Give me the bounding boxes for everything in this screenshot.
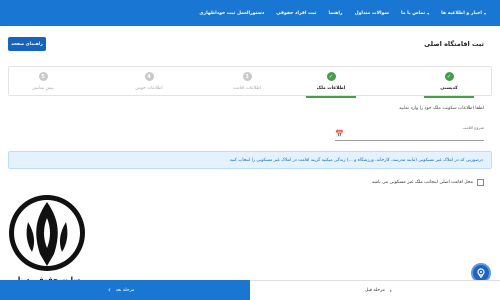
check-icon: ✓ bbox=[326, 72, 336, 81]
step-label: کدپستی bbox=[440, 86, 458, 91]
step-active-bar bbox=[306, 96, 356, 98]
step-number-5: 5 bbox=[38, 72, 48, 81]
step-property-info[interactable]: ✓ اطلاعات ملک bbox=[301, 67, 361, 98]
nav-help-label: راهنما bbox=[328, 10, 343, 16]
location-icon bbox=[477, 268, 485, 278]
start-date-label: شروع اقامت bbox=[462, 125, 484, 130]
nav-self-declaration-label: دستورالعمل ثبت خوداظهاری bbox=[199, 10, 265, 16]
footer-actions: ‹ مرحله بعد مرحله قبل › bbox=[0, 280, 500, 300]
chevron-right-icon: › bbox=[389, 286, 392, 295]
step-label: اطلاعات اقامت bbox=[232, 86, 262, 91]
prev-step-button[interactable]: مرحله قبل › bbox=[250, 280, 500, 300]
step-number-3: 3 bbox=[242, 72, 252, 81]
non-residential-label: محل اقامت اصلی اینجانب ملک غیر مسکونی می… bbox=[371, 180, 473, 185]
step-extra-info[interactable]: 4 اطلاعات خوش bbox=[119, 67, 179, 97]
info-alert-text: درصورتی که در املاک غیر مسکونی (مانند مد… bbox=[229, 157, 483, 163]
nav-legal-register[interactable]: ثبت افراد حقوقی bbox=[276, 11, 316, 16]
check-icon: ✓ bbox=[444, 72, 454, 81]
step-active-bar bbox=[424, 96, 474, 98]
nav-faq-label: سوالات متداول bbox=[354, 10, 389, 16]
step-number-4: 4 bbox=[144, 72, 154, 81]
step-residence-info[interactable]: 3 اطلاعات اقامت bbox=[217, 67, 277, 97]
nav-help[interactable]: راهنما bbox=[328, 11, 342, 16]
step-preview[interactable]: 5 پیش نمایش bbox=[13, 67, 73, 97]
nav-news[interactable]: اخبار و اطلاعیه ها ▾ bbox=[441, 11, 486, 16]
calendar-icon[interactable]: 📅 bbox=[335, 130, 344, 138]
nav-faq[interactable]: سوالات متداول bbox=[355, 11, 389, 16]
start-date-input[interactable]: 📅 bbox=[335, 130, 484, 141]
page-guide-button[interactable]: راهنمای صفحه bbox=[8, 37, 46, 51]
page-title: ثبت اقامتگاه اصلی bbox=[424, 40, 484, 48]
step-label: پیش نمایش bbox=[32, 86, 54, 91]
next-step-button[interactable]: ‹ مرحله بعد bbox=[0, 280, 250, 300]
info-alert: درصورتی که در املاک غیر مسکونی (مانند مد… bbox=[8, 151, 492, 169]
nav-contact-label: تماس با ما bbox=[400, 10, 426, 16]
step-label: اطلاعات خوش bbox=[135, 86, 163, 91]
nav-contact[interactable]: تماس با ما ▾ bbox=[401, 11, 429, 16]
prev-step-label: مرحله قبل bbox=[365, 288, 385, 293]
top-navbar: اخبار و اطلاعیه ها ▾ تماس با ما ▾ سوالات… bbox=[0, 0, 500, 26]
non-residential-checkbox[interactable] bbox=[477, 179, 484, 186]
nav-self-declaration[interactable]: دستورالعمل ثبت خوداظهاری bbox=[199, 11, 264, 16]
chevron-left-icon: ‹ bbox=[108, 286, 111, 294]
nav-legal-register-label: ثبت افراد حقوقی bbox=[276, 10, 317, 16]
step-label: اطلاعات ملک bbox=[316, 86, 346, 91]
next-step-label: مرحله بعد bbox=[115, 287, 135, 293]
non-residential-option[interactable]: محل اقامت اصلی اینجانب ملک غیر مسکونی می… bbox=[372, 179, 484, 186]
site-logo bbox=[9, 195, 85, 271]
chevron-down-icon: ▾ bbox=[483, 10, 486, 16]
progress-stepper: ✓ کدپستی ✓ اطلاعات ملک 3 اطلاعات اقامت 4… bbox=[8, 66, 492, 98]
nav-news-label: اخبار و اطلاعیه ها bbox=[441, 10, 482, 16]
form-instructions: لطفا اطلاعات سکونت ملک خود را وارد نمایی… bbox=[398, 106, 484, 111]
chevron-down-icon: ▾ bbox=[427, 10, 430, 16]
step-postal-code[interactable]: ✓ کدپستی bbox=[419, 67, 479, 98]
